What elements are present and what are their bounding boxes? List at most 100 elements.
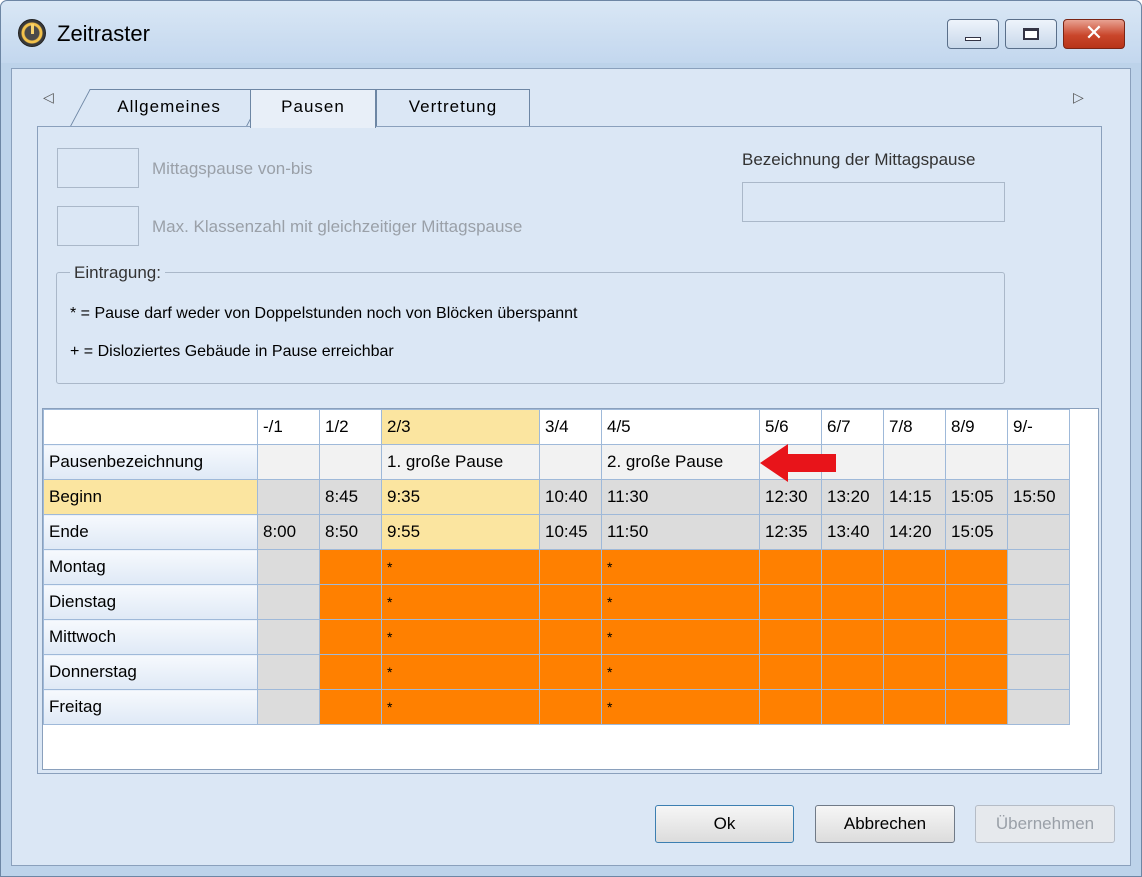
break-cell[interactable] [821,689,884,725]
row-header-day[interactable]: Dienstag [43,584,258,620]
break-cell[interactable] [759,689,822,725]
break-cell[interactable]: * [601,549,760,585]
grid-cell[interactable]: 8:50 [319,514,382,550]
grid-cell[interactable]: 13:40 [821,514,884,550]
break-cell[interactable] [257,584,320,620]
column-header[interactable]: -/1 [257,409,320,445]
break-cell[interactable] [257,654,320,690]
break-cell[interactable] [319,619,382,655]
break-cell[interactable] [539,619,602,655]
column-header[interactable]: 1/2 [319,409,382,445]
minimize-button[interactable] [947,19,999,49]
break-cell[interactable] [821,584,884,620]
column-header[interactable]: 3/4 [539,409,602,445]
grid-cell[interactable] [1007,444,1070,480]
tab-scroll-right-icon[interactable]: ▷ [1073,90,1084,106]
tab-scroll-left-icon[interactable]: ◁ [43,90,54,106]
row-header-day[interactable]: Freitag [43,689,258,725]
grid-cell[interactable]: 9:55 [381,514,540,550]
break-cell[interactable] [759,654,822,690]
break-cell[interactable] [257,549,320,585]
break-cell[interactable]: * [601,584,760,620]
break-cell[interactable] [319,689,382,725]
grid-cell[interactable]: 15:05 [945,479,1008,515]
break-cell[interactable] [759,619,822,655]
break-cell[interactable]: * [601,689,760,725]
grid-cell[interactable] [539,444,602,480]
cancel-button[interactable]: Abbrechen [815,805,955,843]
grid-cell[interactable] [945,444,1008,480]
column-header[interactable]: 7/8 [883,409,946,445]
max-klassen-input[interactable] [57,206,139,246]
break-cell[interactable]: * [381,619,540,655]
tab-allgemeines[interactable]: Allgemeines [70,89,267,126]
ok-button[interactable]: Ok [655,805,794,843]
break-cell[interactable] [257,689,320,725]
grid-cell[interactable]: 8:45 [319,479,382,515]
column-header[interactable]: 5/6 [759,409,822,445]
grid-cell[interactable]: 1. große Pause [381,444,540,480]
break-cell[interactable] [821,619,884,655]
grid-cell[interactable]: 2. große Pause [601,444,760,480]
mittagspause-input[interactable] [57,148,139,188]
row-header-day[interactable]: Mittwoch [43,619,258,655]
grid-cell[interactable] [257,444,320,480]
maximize-button[interactable] [1005,19,1057,49]
break-cell[interactable]: * [381,654,540,690]
row-header-beginn[interactable]: Beginn [43,479,258,515]
column-header[interactable]: 4/5 [601,409,760,445]
break-cell[interactable] [945,619,1008,655]
break-cell[interactable] [319,654,382,690]
grid-cell[interactable]: 11:30 [601,479,760,515]
grid-cell[interactable]: 14:15 [883,479,946,515]
break-cell[interactable] [945,689,1008,725]
break-cell[interactable] [883,549,946,585]
grid-cell[interactable] [1007,514,1070,550]
row-header-day[interactable]: Montag [43,549,258,585]
grid-cell[interactable]: 10:45 [539,514,602,550]
break-cell[interactable]: * [381,689,540,725]
break-cell[interactable] [539,584,602,620]
column-header[interactable]: 2/3 [381,409,540,445]
break-cell[interactable] [319,549,382,585]
break-cell[interactable] [821,549,884,585]
column-header[interactable]: 6/7 [821,409,884,445]
break-cell[interactable]: * [601,654,760,690]
break-cell[interactable] [945,654,1008,690]
row-header-ende[interactable]: Ende [43,514,258,550]
grid-cell[interactable]: 10:40 [539,479,602,515]
apply-button[interactable]: Übernehmen [975,805,1115,843]
break-cell[interactable] [539,549,602,585]
break-cell[interactable] [1007,689,1070,725]
break-cell[interactable] [883,584,946,620]
break-cell[interactable]: * [381,549,540,585]
break-cell[interactable] [759,584,822,620]
break-cell[interactable] [1007,549,1070,585]
break-cell[interactable] [945,549,1008,585]
grid-cell[interactable]: 14:20 [883,514,946,550]
break-cell[interactable] [1007,654,1070,690]
grid-cell[interactable] [883,444,946,480]
break-cell[interactable] [1007,619,1070,655]
row-header-day[interactable]: Donnerstag [43,654,258,690]
break-cell[interactable] [319,584,382,620]
break-cell[interactable] [883,654,946,690]
column-header[interactable]: 8/9 [945,409,1008,445]
break-cell[interactable] [759,549,822,585]
break-cell[interactable] [945,584,1008,620]
grid-cell[interactable] [319,444,382,480]
break-cell[interactable] [539,654,602,690]
break-cell[interactable] [883,689,946,725]
grid-cell[interactable]: 11:50 [601,514,760,550]
grid-cell[interactable]: 9:35 [381,479,540,515]
break-cell[interactable]: * [381,584,540,620]
break-cell[interactable]: * [601,619,760,655]
grid-cell[interactable]: 15:05 [945,514,1008,550]
break-cell[interactable] [257,619,320,655]
break-cell[interactable] [1007,584,1070,620]
row-header-pausenbezeichnung[interactable]: Pausenbezeichnung [43,444,258,480]
grid-cell[interactable] [257,479,320,515]
grid-cell[interactable]: 8:00 [257,514,320,550]
grid-cell[interactable]: 12:35 [759,514,822,550]
column-header[interactable]: 9/- [1007,409,1070,445]
